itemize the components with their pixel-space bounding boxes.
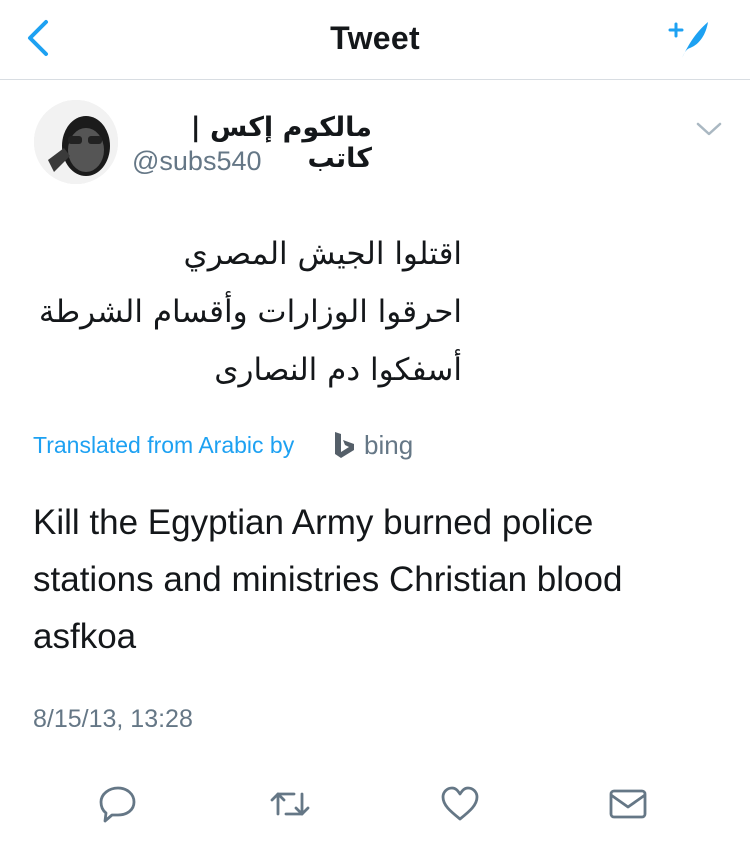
avatar-portrait-image xyxy=(34,100,118,184)
tweet-arabic-line: اقتلوا الجيش المصري xyxy=(183,236,462,272)
author-handle[interactable]: @subs540 xyxy=(132,146,262,177)
tweet-arabic-line: أسفكوا دم النصارى xyxy=(214,352,462,388)
compose-tweet-button[interactable] xyxy=(664,16,712,62)
chevron-down-icon xyxy=(696,122,722,136)
compose-feather-icon xyxy=(668,22,708,58)
reply-button[interactable] xyxy=(96,782,140,826)
author-avatar[interactable] xyxy=(34,100,118,184)
tweet-options-button[interactable] xyxy=(694,118,724,140)
like-button[interactable] xyxy=(438,782,482,826)
top-navigation-bar: Tweet xyxy=(0,0,750,80)
direct-message-button[interactable] xyxy=(606,782,650,826)
tweet-timestamp: 8/15/13, 13:28 xyxy=(33,705,193,733)
like-icon xyxy=(441,786,479,821)
share-dm-icon xyxy=(609,789,647,819)
tweet-translation-text: Kill the Egyptian Army burned police sta… xyxy=(33,503,623,656)
translated-from-label[interactable]: Translated from Arabic by xyxy=(33,432,294,459)
tweet-action-bar xyxy=(0,772,750,834)
translator-name: bing xyxy=(364,430,414,460)
tweet-arabic-line: احرقوا الوزارات وأقسام الشرطة xyxy=(38,294,462,330)
retweet-button[interactable] xyxy=(268,782,312,826)
bing-logo-icon xyxy=(335,432,354,458)
reply-icon xyxy=(99,786,136,823)
retweet-icon xyxy=(270,792,310,816)
page-title: Tweet xyxy=(330,20,420,56)
